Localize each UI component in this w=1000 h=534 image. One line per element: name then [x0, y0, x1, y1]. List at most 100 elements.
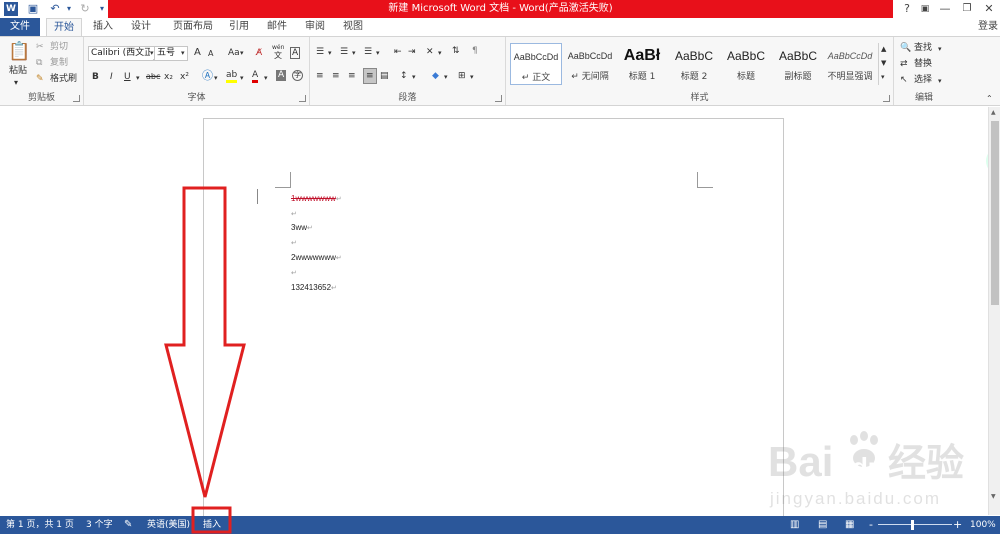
underline-dropdown-icon[interactable]: ▾: [136, 72, 140, 84]
status-word-count[interactable]: 3 个字: [86, 516, 113, 534]
gallery-more-icon[interactable]: ▾: [881, 71, 885, 83]
gallery-up-icon[interactable]: ▲: [881, 43, 886, 55]
phonetic-guide-bottom[interactable]: 文: [274, 51, 282, 60]
style-heading-1[interactable]: AaBł 标题 1: [616, 43, 668, 85]
character-shading-icon[interactable]: A: [276, 70, 287, 81]
style-normal[interactable]: AaBbCcDd ↵ 正文: [510, 43, 562, 85]
gallery-down-icon[interactable]: ▼: [881, 57, 886, 69]
undo-icon[interactable]: ↶: [48, 2, 62, 16]
zoom-slider-thumb[interactable]: [911, 520, 914, 530]
zoom-slider[interactable]: [878, 524, 952, 525]
find-label[interactable]: 查找: [914, 42, 932, 54]
ribbon-display-icon[interactable]: ▣: [914, 0, 936, 18]
subscript-button[interactable]: x₂: [164, 71, 173, 83]
font-name-dropdown-icon[interactable]: ▾: [150, 47, 154, 59]
tab-page-layout[interactable]: 页面布局: [164, 18, 222, 36]
scroll-thumb[interactable]: [991, 121, 999, 305]
restore-button[interactable]: ❐: [956, 0, 978, 18]
text-effects-dropdown-icon[interactable]: ▾: [214, 72, 218, 84]
clipboard-dialog-launcher-icon[interactable]: [73, 95, 80, 102]
chinese-layout-icon[interactable]: ✕: [426, 46, 434, 58]
cut-icon[interactable]: ✂: [36, 41, 44, 53]
align-right-icon[interactable]: ≡: [348, 70, 356, 82]
font-size-dropdown-icon[interactable]: ▾: [181, 47, 185, 59]
grow-font-icon[interactable]: A: [194, 47, 201, 59]
font-name-combo[interactable]: Calibri (西文正: [88, 46, 154, 61]
line-spacing-dropdown-icon[interactable]: ▾: [412, 71, 416, 83]
numbering-icon[interactable]: ☰: [340, 46, 348, 58]
replace-label[interactable]: 替换: [914, 58, 932, 70]
copy-label[interactable]: 复制: [50, 57, 68, 69]
proofing-icon[interactable]: ✎: [124, 516, 132, 534]
select-dropdown-icon[interactable]: ▾: [938, 75, 942, 87]
line-spacing-icon[interactable]: ↕: [400, 70, 408, 82]
customize-quick-access-icon[interactable]: ▾: [95, 2, 109, 16]
tab-home[interactable]: 开始: [46, 18, 82, 37]
document-line[interactable]: 3ww↵: [291, 223, 313, 234]
shrink-font-icon[interactable]: A: [208, 48, 213, 60]
format-painter-label[interactable]: 格式刷: [50, 73, 77, 85]
paste-label[interactable]: 粘贴: [9, 65, 27, 77]
multilevel-list-icon[interactable]: ☰: [364, 46, 372, 58]
format-painter-icon[interactable]: ✎: [36, 73, 44, 85]
tab-review[interactable]: 审阅: [298, 18, 332, 36]
zoom-out-button[interactable]: -: [869, 516, 873, 534]
change-case-icon[interactable]: Aa: [228, 47, 240, 59]
find-dropdown-icon[interactable]: ▾: [938, 43, 942, 55]
tab-references[interactable]: 引用: [222, 18, 256, 36]
collapse-ribbon-icon[interactable]: ⌃: [986, 93, 993, 105]
undo-dropdown-icon[interactable]: ▾: [62, 2, 76, 16]
font-color-icon[interactable]: A: [252, 70, 259, 83]
underline-button[interactable]: U: [124, 71, 131, 83]
change-case-dropdown-icon[interactable]: ▾: [240, 47, 244, 59]
document-line[interactable]: ↵: [291, 238, 297, 249]
highlight-dropdown-icon[interactable]: ▾: [240, 72, 244, 84]
align-center-icon[interactable]: ≡: [332, 70, 340, 82]
multilevel-list-dropdown-icon[interactable]: ▾: [376, 47, 380, 59]
show-marks-icon[interactable]: ¶: [472, 45, 478, 57]
sort-icon[interactable]: ⇅: [452, 45, 460, 57]
tab-view[interactable]: 视图: [336, 18, 370, 36]
bullets-icon[interactable]: ☰: [316, 46, 324, 58]
vertical-scrollbar[interactable]: ▲ ▼: [988, 107, 1000, 515]
document-line[interactable]: ↵: [291, 209, 297, 220]
text-effects-icon[interactable]: Ⓐ: [202, 70, 213, 82]
status-insert-mode[interactable]: 插入: [203, 516, 221, 534]
tab-file[interactable]: 文件: [0, 18, 40, 36]
bullets-dropdown-icon[interactable]: ▾: [328, 47, 332, 59]
paste-icon[interactable]: 📋: [8, 41, 30, 63]
tab-design[interactable]: 设计: [124, 18, 158, 36]
numbering-dropdown-icon[interactable]: ▾: [352, 47, 356, 59]
character-border-icon[interactable]: A: [290, 47, 301, 59]
phonetic-guide-top[interactable]: wén: [272, 44, 284, 51]
tab-mailings[interactable]: 邮件: [260, 18, 294, 36]
style-subtitle[interactable]: AaBbC 副标题: [772, 43, 824, 85]
web-layout-icon[interactable]: ▦: [845, 516, 854, 534]
paste-dropdown-icon[interactable]: ▾: [14, 77, 18, 89]
decrease-indent-icon[interactable]: ⇤: [394, 46, 402, 58]
scroll-up-icon[interactable]: ▲: [991, 109, 996, 116]
signin-link[interactable]: 登录: [976, 18, 1000, 36]
zoom-level[interactable]: 100%: [970, 516, 996, 534]
enclose-characters-icon[interactable]: 字: [292, 70, 303, 81]
shading-dropdown-icon[interactable]: ▾: [444, 71, 448, 83]
document-line[interactable]: ↵: [291, 268, 297, 279]
select-label[interactable]: 选择: [914, 74, 932, 86]
font-color-dropdown-icon[interactable]: ▾: [264, 72, 268, 84]
document-line[interactable]: 2wwwwwww↵: [291, 253, 342, 264]
borders-dropdown-icon[interactable]: ▾: [470, 71, 474, 83]
select-icon[interactable]: ↖: [900, 74, 908, 86]
redo-icon[interactable]: ↻: [78, 2, 92, 16]
print-layout-icon[interactable]: ▤: [818, 516, 827, 534]
read-mode-icon[interactable]: ▥: [790, 516, 799, 534]
document-page[interactable]: 1wwwwwww↵ ↵ 3ww↵ ↵ 2wwwwwww↵ ↵ 132413652↵: [203, 118, 784, 518]
highlight-color-icon[interactable]: ab: [226, 70, 238, 83]
superscript-button[interactable]: x²: [180, 71, 189, 83]
paragraph-dialog-launcher-icon[interactable]: [495, 95, 502, 102]
find-icon[interactable]: 🔍: [900, 42, 911, 54]
justify-icon[interactable]: ≡: [363, 68, 377, 84]
borders-icon[interactable]: ⊞: [458, 70, 466, 82]
replace-icon[interactable]: ⇄: [900, 58, 908, 70]
italic-button[interactable]: I: [110, 71, 113, 83]
distributed-icon[interactable]: ▤: [380, 70, 389, 82]
